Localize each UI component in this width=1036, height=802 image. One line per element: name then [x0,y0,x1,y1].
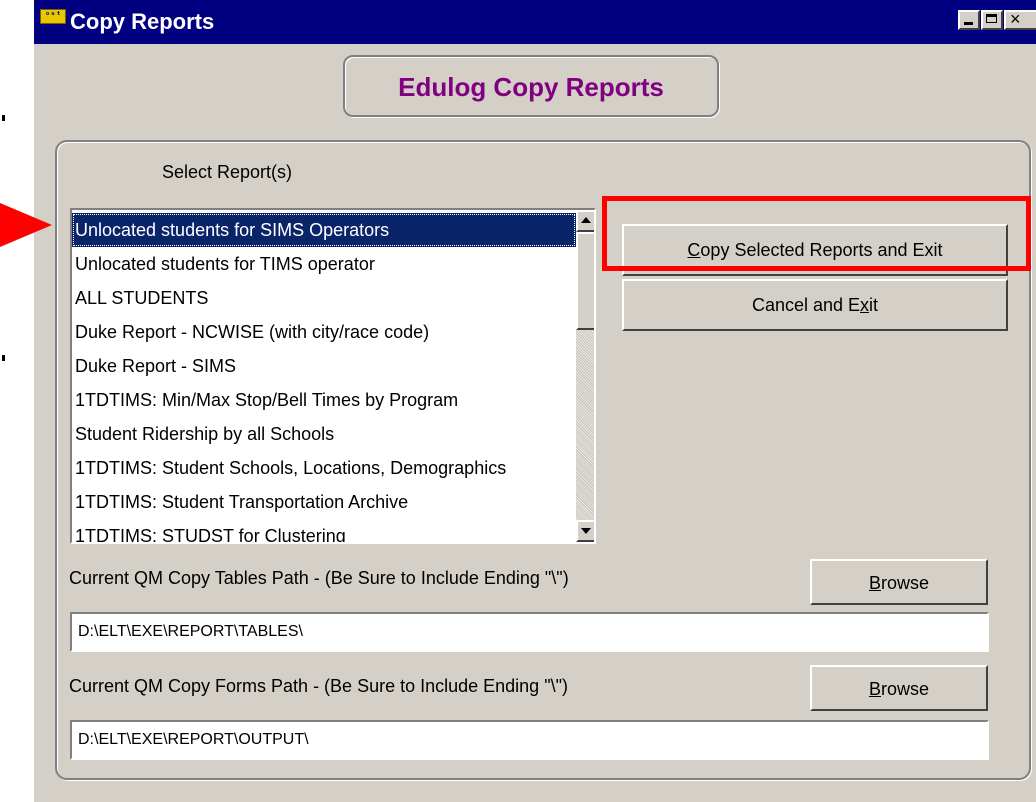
left-edge-mark [2,115,5,121]
app-icon: ᵒᵘᵗ [40,9,66,24]
arrow-down-icon [581,528,591,534]
list-item[interactable]: Student Ridership by all Schools [72,417,576,451]
list-item[interactable]: 1TDTIMS: Student Schools, Locations, Dem… [72,451,576,485]
header-panel: Edulog Copy Reports [343,55,719,117]
header-title: Edulog Copy Reports [398,72,664,102]
list-item[interactable]: 1TDTIMS: Student Transportation Archive [72,485,576,519]
cancel-label-end: it [869,295,879,315]
list-item[interactable]: Duke Report - SIMS [72,349,576,383]
window-title: Copy Reports [70,9,215,34]
browse-label: rowse [881,573,930,593]
report-list: Unlocated students for SIMS Operators Unl… [72,213,576,542]
close-button[interactable]: × [1004,9,1036,30]
browse-tables-button[interactable]: Browse [810,559,988,605]
reports-listbox[interactable]: Unlocated students for SIMS Operators Unl… [70,208,596,544]
browse-label: rowse [881,679,930,699]
highlight-box [602,196,1031,271]
list-item[interactable]: 1TDTIMS: STUDST for Clustering [72,519,576,542]
maximize-button[interactable] [981,10,1003,30]
select-reports-label: Select Report(s) [162,162,293,182]
close-icon: × [1010,9,1021,29]
browse-forms-button[interactable]: Browse [810,665,988,711]
cancel-hotkey: x [860,295,870,315]
tables-path-label: Current QM Copy Tables Path - (Be Sure t… [69,568,569,588]
scroll-up-button[interactable] [576,210,594,232]
list-item[interactable]: ALL STUDENTS [72,281,576,315]
forms-path-input[interactable]: D:\ELT\EXE\REPORT\OUTPUT\ [70,720,989,760]
minimize-button[interactable] [958,10,980,30]
left-edge-mark [2,355,5,361]
pointer-arrow-icon [0,203,52,247]
list-item[interactable]: Duke Report - NCWISE (with city/race cod… [72,315,576,349]
forms-path-label: Current QM Copy Forms Path - (Be Sure to… [69,676,568,696]
list-item[interactable]: Unlocated students for TIMS operator [72,247,576,281]
cancel-and-exit-button[interactable]: Cancel and Exit [622,279,1008,331]
copy-reports-window: ᵒᵘᵗ Copy Reports × Edulog Copy Reports S… [33,0,1036,802]
scroll-thumb[interactable] [576,232,594,330]
browse-hotkey: B [868,573,881,593]
list-item[interactable]: 1TDTIMS: Min/Max Stop/Bell Times by Prog… [72,383,576,417]
listbox-scrollbar[interactable] [576,210,594,542]
title-bar[interactable]: ᵒᵘᵗ Copy Reports × [34,0,1036,44]
minimize-icon [964,22,973,25]
maximize-icon [986,14,997,23]
tables-path-input[interactable]: D:\ELT\EXE\REPORT\TABLES\ [70,612,989,652]
cancel-label-start: Cancel and E [751,295,861,315]
browse-hotkey: B [868,679,881,699]
arrow-up-icon [581,217,591,223]
scroll-down-button[interactable] [576,520,594,542]
list-item[interactable]: Unlocated students for SIMS Operators [72,213,576,247]
